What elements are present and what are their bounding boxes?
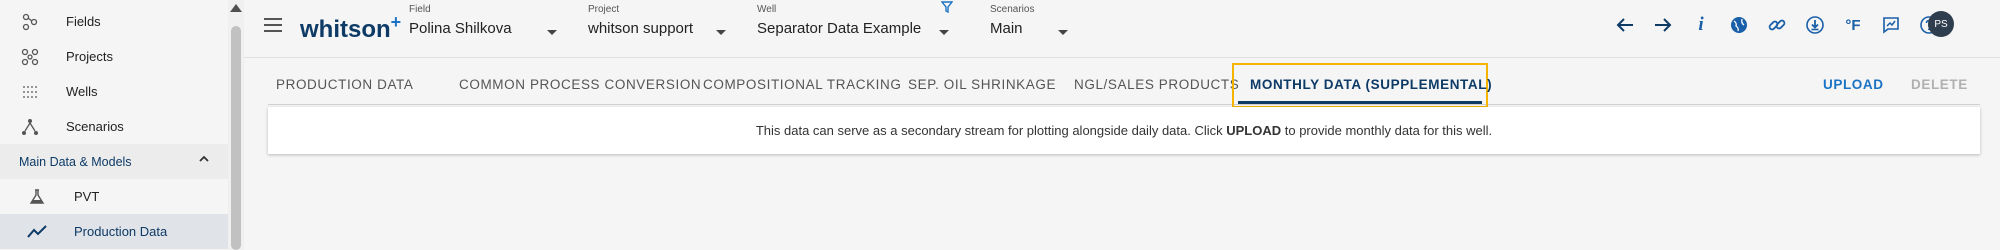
sidebar-item-label: Projects [66,49,113,64]
tab-bar: PRODUCTION DATA COMMON PROCESS CONVERSIO… [268,63,1980,108]
fahrenheit-icon[interactable]: °F [1834,12,1872,38]
scenarios-selector-label: Scenarios [990,4,1035,15]
avatar[interactable]: PS [1928,11,1954,37]
chevron-down-icon [939,30,949,35]
flask-icon [27,187,47,207]
main-area: whitson+ Field Polina Shilkova Project w… [244,0,2000,250]
sidebar-item-label: Scenarios [66,119,124,134]
toolbar-icons: i °F [1606,12,1948,38]
forward-arrow-icon[interactable] [1644,12,1682,38]
sidebar-item-fields[interactable]: Fields [0,4,228,39]
delete-button[interactable]: DELETE [1911,63,1968,105]
chevron-down-icon [716,30,726,35]
back-arrow-icon[interactable] [1606,12,1644,38]
link-icon[interactable] [1758,12,1796,38]
tab-sep-oil-shrinkage[interactable]: SEP. OIL SHRINKAGE [908,63,1056,105]
project-selector-label: Project [588,4,620,15]
app-logo[interactable]: whitson+ [300,12,401,44]
tab-ngl-sales-products[interactable]: NGL/SALES PRODUCTS [1074,63,1239,105]
top-bar: whitson+ Field Polina Shilkova Project w… [244,0,2000,58]
scroll-up-arrow-icon[interactable] [230,4,242,12]
sidebar-item-projects[interactable]: Projects [0,39,228,74]
scenarios-icon [20,117,40,137]
sidebar-item-wells[interactable]: Wells [0,74,228,109]
projects-icon [20,47,40,67]
chevron-down-icon [547,30,557,35]
project-selector-value: whitson support [588,20,694,37]
sidebar-item-production-data[interactable]: Production Data [0,214,228,249]
sidebar-scrollbar[interactable] [228,0,244,250]
well-selector-value: Separator Data Example [757,20,922,37]
info-message: This data can serve as a secondary strea… [755,123,1493,138]
tab-monthly-data-supplemental[interactable]: MONTHLY DATA (SUPPLEMENTAL) [1250,63,1492,105]
info-card: This data can serve as a secondary strea… [268,107,1980,154]
tab-compositional-tracking[interactable]: COMPOSITIONAL TRACKING [703,63,901,105]
sidebar-item-pvt[interactable]: PVT [0,179,228,214]
project-selector[interactable]: Project whitson support [588,4,728,48]
scrollbar-thumb[interactable] [231,26,241,250]
info-icon[interactable]: i [1682,12,1720,38]
sidebar: Fields Projects Wells Scenarios Main Dat… [0,0,228,250]
tab-common-process-conversion[interactable]: COMMON PROCESS CONVERSION [459,63,701,105]
scenarios-selector[interactable]: Scenarios Main [990,4,1070,48]
upload-button[interactable]: UPLOAD [1823,63,1884,105]
chart-comment-icon[interactable] [1872,12,1910,38]
tab-production-data[interactable]: PRODUCTION DATA [276,63,414,105]
menu-icon[interactable] [264,18,282,32]
chevron-up-icon [198,153,210,168]
wells-icon [20,82,40,102]
sidebar-section-label: Main Data & Models [19,154,132,169]
active-tab-indicator [1238,101,1482,104]
sidebar-item-label: Production Data [74,224,168,239]
sidebar-section-main-data[interactable]: Main Data & Models [0,144,228,179]
well-selector-label: Well [757,4,777,15]
filter-icon[interactable] [940,1,954,16]
sidebar-item-scenarios[interactable]: Scenarios [0,109,228,144]
sidebar-item-label: Wells [66,84,98,99]
globe-icon[interactable] [1720,12,1758,38]
download-icon[interactable] [1796,12,1834,38]
field-selector-label: Field [409,4,431,15]
well-selector[interactable]: Well Separator Data Example [757,4,957,48]
field-selector-value: Polina Shilkova [409,20,512,37]
trend-icon [27,222,47,242]
fields-icon [20,12,40,32]
field-selector[interactable]: Field Polina Shilkova [409,4,559,48]
sidebar-item-label: Fields [66,14,101,29]
sidebar-item-label: PVT [74,189,100,204]
chevron-down-icon [1058,30,1068,35]
